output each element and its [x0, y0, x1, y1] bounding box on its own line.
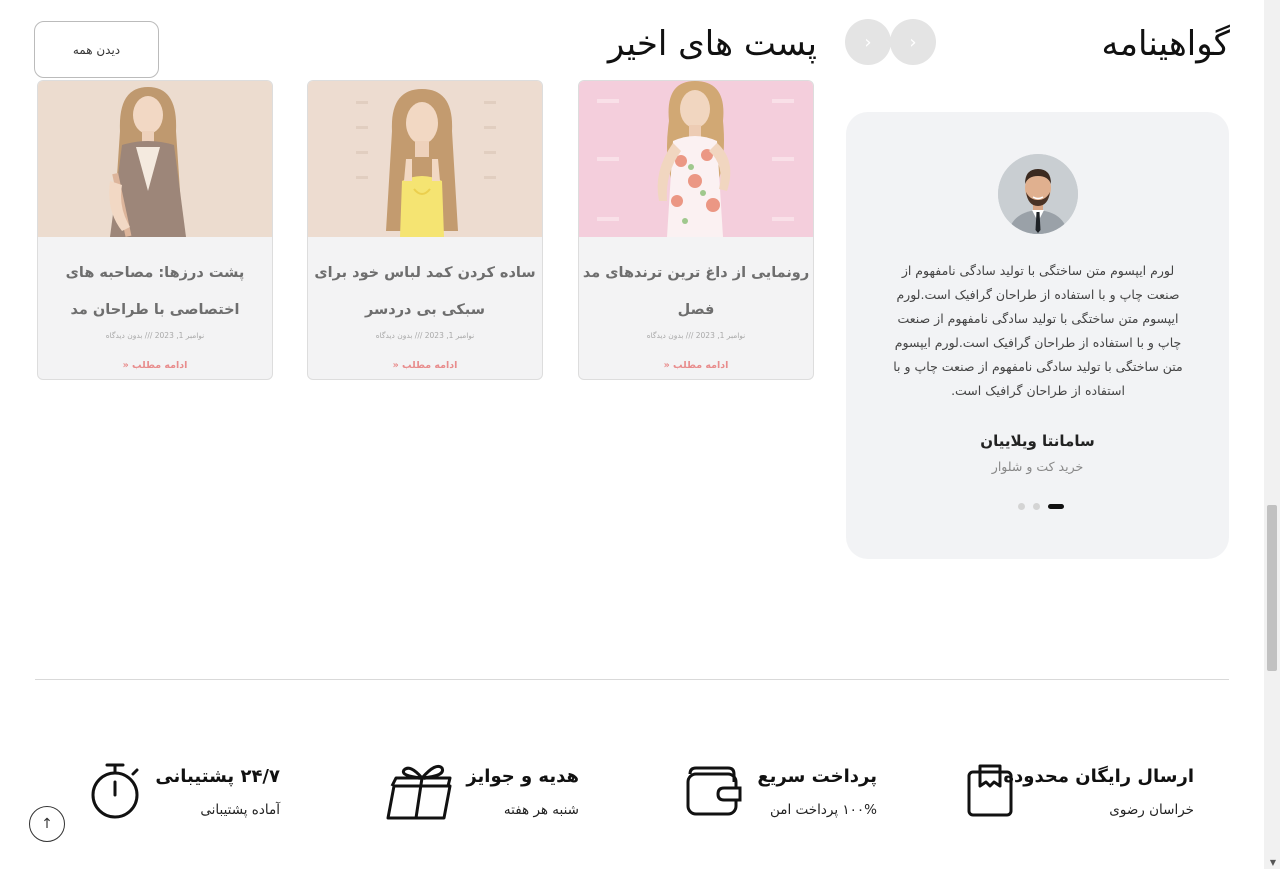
slider-dot-3[interactable] [1018, 503, 1025, 510]
feature-support: ۲۴/۷ پشتیبانی آماده پشتیبانی [89, 762, 282, 826]
feature-subtitle: شنبه هر هفته [503, 802, 579, 818]
feature-subtitle: آماده پشتیبانی [200, 802, 280, 818]
feature-gifts: هدیه و جوایز شنبه هر هفته [386, 762, 581, 826]
feature-title: ۲۴/۷ پشتیبانی [155, 766, 280, 787]
post-title-3[interactable]: پشت درزها: مصاحبه های اختصاصی با طراحان … [38, 237, 272, 329]
testimonial-text: لورم ایپسوم متن ساختگی با تولید سادگی نا… [893, 263, 1183, 398]
post-card-1[interactable]: رونمایی از داغ ترین ترندهای مد فصل نوامب… [578, 80, 814, 380]
post-meta-1: نوامبر 1, 2023 /// بدون دیدگاه [646, 331, 746, 340]
post-meta-3: نوامبر 1, 2023 /// بدون دیدگاه [105, 331, 205, 340]
scroll-to-top-button[interactable]: ↑ [29, 806, 65, 842]
page-scrollbar[interactable]: ▼ [1264, 0, 1280, 869]
testimonial-author-role: خرید کت و شلوار [991, 459, 1084, 474]
read-more-link-2[interactable]: ادامه مطلب « [308, 360, 542, 371]
post-card-2[interactable]: ساده کردن کمد لباس خود برای سبکی بی دردس… [307, 80, 543, 380]
post-title-2[interactable]: ساده کردن کمد لباس خود برای سبکی بی دردس… [308, 237, 542, 329]
gift-icon [386, 764, 452, 820]
post-title-1[interactable]: رونمایی از داغ ترین ترندهای مد فصل [579, 237, 813, 329]
feature-title: هدیه و جوایز [466, 766, 579, 787]
post-meta-2: نوامبر 1, 2023 /// بدون دیدگاه [375, 331, 475, 340]
post-image-3[interactable] [38, 81, 272, 237]
slider-dot-2[interactable] [1033, 503, 1040, 510]
post-image-1[interactable] [579, 81, 813, 237]
post-card-3[interactable]: پشت درزها: مصاحبه های اختصاصی با طراحان … [37, 80, 273, 380]
stopwatch-icon [91, 763, 139, 819]
slider-pagination [1018, 503, 1064, 510]
feature-free-shipping: ارسال رایگان محدوده خراسان رضوی [966, 762, 1196, 826]
wallet-icon [686, 766, 742, 816]
slider-prev-button[interactable]: ‹ [845, 19, 891, 65]
testimonial-card: لورم ایپسوم متن ساختگی با تولید سادگی نا… [846, 112, 1229, 559]
avatar [998, 154, 1078, 234]
slider-dot-1[interactable] [1048, 504, 1064, 509]
section-divider [35, 679, 1229, 680]
read-more-link-3[interactable]: ادامه مطلب « [38, 360, 272, 371]
feature-title: پرداخت سریع [757, 766, 877, 787]
slider-next-button[interactable]: ‹ [890, 19, 936, 65]
testimonials-title: گواهینامه [1101, 24, 1230, 64]
feature-subtitle: خراسان رضوی [1109, 802, 1194, 818]
feature-title: ارسال رایگان محدوده [1003, 766, 1194, 787]
feature-subtitle: ۱۰۰% پرداخت امن [769, 802, 877, 818]
view-all-button[interactable]: دیدن همه [34, 21, 159, 78]
testimonial-author-name: سامانتا ویلاییان [980, 432, 1095, 450]
post-image-2[interactable] [308, 81, 542, 237]
scroll-down-arrow-icon[interactable]: ▼ [1270, 858, 1276, 867]
read-more-link-1[interactable]: ادامه مطلب « [579, 360, 813, 371]
scrollbar-thumb[interactable] [1267, 505, 1277, 671]
feature-fast-payment: پرداخت سریع ۱۰۰% پرداخت امن [684, 762, 879, 826]
recent-posts-title: پست های اخیر [607, 24, 817, 64]
